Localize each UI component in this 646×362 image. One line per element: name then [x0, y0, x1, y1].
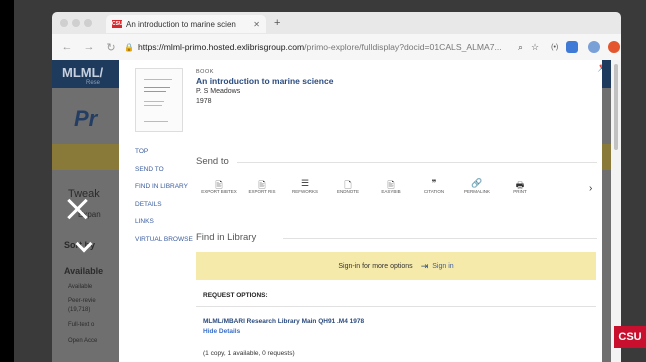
export-ris-button[interactable]: 🖹 EXPORT RIS [242, 178, 282, 202]
csu-badge[interactable]: CSU [614, 326, 646, 348]
bookmark-star-icon[interactable]: ☆ [531, 42, 539, 53]
close-window-button[interactable] [60, 19, 68, 27]
filter-open-access[interactable]: Open Acce [68, 338, 97, 344]
nav-find-in-library[interactable]: FIND IN LIBRARY [135, 182, 205, 200]
nav-top[interactable]: TOP [135, 147, 205, 165]
url-host: https://mlml-primo.hosted.exlibrisgroup.… [137, 42, 305, 52]
filter-peer-reviewed-count: (19,718) [68, 307, 91, 313]
refworks-icon: ☰ [300, 178, 310, 188]
nav-virtual-browse[interactable]: VIRTUAL BROWSE [135, 235, 205, 253]
send-to-actions: 🖹 EXPORT BIBTEX 🖹 EXPORT RIS ☰ REFWORKS … [199, 178, 599, 202]
profile-avatar[interactable] [588, 41, 601, 53]
export-ris-label: EXPORT RIS [248, 189, 276, 194]
extension-wave-icon[interactable]: (•) [551, 44, 558, 51]
chevron-right-icon[interactable]: › [589, 183, 592, 194]
signin-link[interactable]: Sign in [432, 263, 453, 270]
export-ris-icon: 🖹 [258, 180, 266, 190]
tab-close-icon[interactable]: ✕ [253, 20, 260, 29]
record-title[interactable]: An introduction to marine science [196, 76, 333, 86]
minimize-window-button[interactable] [72, 19, 80, 27]
refworks-button[interactable]: ☰ REFWORKS [285, 178, 325, 202]
find-in-library-divider [283, 238, 597, 239]
site-logo: MLML/ Rese [62, 65, 103, 86]
lock-icon: 🔒 [124, 42, 134, 52]
scrollbar-thumb[interactable] [614, 64, 618, 150]
easybib-label: EASYBIB [381, 189, 401, 194]
primo-logo: Pr [74, 106, 98, 131]
browser-tab[interactable]: CSU An introduction to marine scien ✕ [106, 15, 266, 33]
send-to-heading: Send to [196, 156, 229, 167]
export-bibtex-icon: 🖹 [215, 180, 223, 190]
endnote-icon: 🗋 [344, 180, 352, 190]
full-record-panel: BOOK An introduction to marine science P… [119, 60, 602, 362]
endnote-label: ENDNOTE [336, 189, 359, 194]
availability-text: (1 copy, 1 available, 0 requests) [203, 350, 295, 357]
print-label: PRINT [513, 189, 527, 194]
nav-details[interactable]: DETAILS [135, 200, 205, 218]
easybib-icon: 🖹 [387, 180, 395, 190]
request-options-label: REQUEST OPTIONS: [203, 292, 268, 299]
nav-links[interactable]: LINKS [135, 217, 205, 235]
holding-location[interactable]: MLML/MBARI Research Library Main QH91 .M… [203, 318, 364, 325]
citation-icon: ❞ [431, 178, 437, 188]
back-icon[interactable]: ← [60, 41, 74, 53]
record-type: BOOK [196, 69, 214, 75]
record-year: 1978 [196, 98, 212, 105]
browser-toolbar: ← → ↻ 🔒 https://mlml-primo.hosted.exlibr… [52, 34, 621, 60]
pin-icon[interactable]: 📌 [597, 62, 602, 73]
browser-stage: MLML/ Rese Pr Tweak Expan Sort by Availa… [14, 0, 646, 362]
zoom-icon[interactable]: ⌕ [518, 42, 523, 53]
maximize-window-button[interactable] [84, 19, 92, 27]
export-bibtex-label: EXPORT BIBTEX [201, 189, 237, 194]
permalink-label: PERMALINK [463, 189, 490, 194]
address-bar[interactable]: 🔒 https://mlml-primo.hosted.exlibrisgrou… [124, 42, 506, 52]
reload-icon[interactable]: ↻ [104, 41, 118, 54]
citation-button[interactable]: ❞ CITATION [414, 178, 454, 202]
tab-favicon-icon: CSU [112, 20, 123, 28]
close-overlay-icon[interactable] [64, 196, 90, 222]
citation-label: CITATION [423, 189, 445, 194]
permalink-button[interactable]: 🔗 PERMALINK [457, 178, 497, 202]
extension-docs-icon[interactable] [566, 41, 579, 53]
site-logo-subtext: Rese [86, 80, 101, 86]
forward-icon[interactable]: → [82, 41, 96, 53]
export-bibtex-button[interactable]: 🖹 EXPORT BIBTEX [199, 178, 239, 202]
find-in-library-heading: Find in Library [196, 232, 257, 243]
easybib-button[interactable]: 🖹 EASYBIB [371, 178, 411, 202]
send-to-divider [237, 162, 597, 163]
holding-divider [196, 306, 596, 307]
browser-chrome: CSU An introduction to marine scien ✕ + … [52, 12, 621, 60]
permalink-icon: 🔗 [471, 178, 483, 188]
new-tab-button[interactable]: + [274, 17, 280, 29]
tab-title: An introduction to marine scien [126, 19, 236, 29]
book-cover-thumbnail [135, 68, 183, 132]
print-button[interactable]: 🖶 PRINT [500, 178, 540, 202]
print-icon: 🖶 [515, 180, 525, 190]
hide-details-link[interactable]: Hide Details [203, 328, 240, 335]
nav-send-to[interactable]: SEND TO [135, 165, 205, 183]
filter-full-text[interactable]: Full-text o [68, 322, 94, 328]
url-path: /primo-explore/fulldisplay?docid=01CALS_… [304, 42, 502, 52]
signin-banner: Sign-in for more options ⇥ Sign in [196, 252, 596, 280]
extension-red-icon[interactable] [608, 41, 621, 53]
signin-text: Sign-in for more options [338, 262, 413, 270]
filter-peer-reviewed[interactable]: Peer-revie [68, 298, 96, 304]
refworks-label: REFWORKS [291, 189, 318, 194]
endnote-button[interactable]: 🗋 ENDNOTE [328, 178, 368, 202]
signin-icon[interactable]: ⇥ [421, 261, 429, 272]
available-heading: Available [64, 266, 104, 276]
site-logo-text: MLML/ [62, 65, 104, 80]
section-nav: TOP SEND TO FIND IN LIBRARY DETAILS LINK… [135, 147, 205, 252]
filter-available[interactable]: Available [68, 284, 92, 290]
record-author[interactable]: P. S Meadows [196, 88, 240, 95]
